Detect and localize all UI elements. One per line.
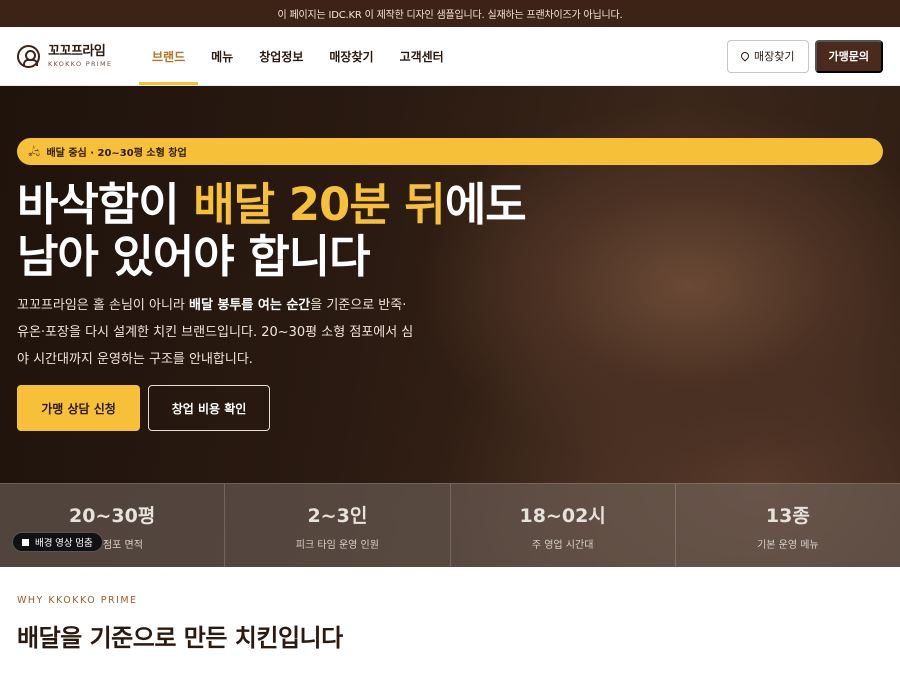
hero-headline: 바삭함이 배달 20분 뒤에도 남아 있어야 합니다	[17, 178, 527, 283]
headline-highlight: 배달 20분 뒤	[193, 178, 446, 231]
stat-value: 20~30평	[68, 504, 156, 527]
brand-name: 꼬꼬프라임 KKOKKO PRIME	[48, 45, 112, 68]
startup-cost-button[interactable]: 창업 비용 확인	[148, 385, 270, 431]
nav-item-menu[interactable]: 메뉴	[198, 27, 246, 85]
desc-bold: 배달 봉투를 여는 순간	[189, 298, 311, 313]
headline-line2: 남아 있어야 합니다	[17, 230, 371, 283]
pause-video-button[interactable]: 배경 영상 멈춤	[12, 532, 103, 552]
person-circle-icon	[17, 44, 40, 68]
brand-logo[interactable]: 꼬꼬프라임 KKOKKO PRIME	[17, 44, 139, 68]
hero-tag-text: 배달 중심 · 20~30평 소형 창업	[46, 148, 187, 159]
nav-item-store-finder[interactable]: 매장찾기	[316, 27, 386, 85]
stats-bar: 20~30평 기준 점포 면적 2~3인 피크 타임 운영 인원 18~02시 …	[0, 483, 900, 567]
headline-part-b: 에도	[444, 178, 527, 231]
notice-bar: 이 페이지는 IDC.KR 이 제작한 디자인 샘플입니다. 실재하는 프랜차이…	[0, 0, 900, 27]
stop-icon	[22, 538, 29, 546]
why-section: WHY KKOKKO PRIME 배달을 기준으로 만든 치킨입니다	[0, 595, 900, 653]
find-store-button[interactable]: 매장찾기	[727, 39, 809, 73]
site-header: 꼬꼬프라임 KKOKKO PRIME 브랜드 메뉴 창업정보 매장찾기 고객센터…	[0, 27, 900, 86]
why-kicker: WHY KKOKKO PRIME	[17, 595, 138, 606]
why-title: 배달을 기준으로 만든 치킨입니다	[17, 624, 343, 652]
find-store-label: 매장찾기	[754, 51, 795, 63]
nav-item-brand[interactable]: 브랜드	[139, 27, 199, 85]
header-actions: 매장찾기 가맹문의	[727, 39, 883, 73]
hero-section: 🛵 배달 중심 · 20~30평 소형 창업 바삭함이 배달 20분 뒤에도 남…	[0, 86, 900, 567]
stat-value: 18~02시	[519, 504, 606, 527]
main-nav: 브랜드 메뉴 창업정보 매장찾기 고객센터	[139, 27, 457, 85]
stat-item: 2~3인 피크 타임 운영 인원	[225, 484, 451, 567]
stat-label: 기본 운영 메뉴	[757, 539, 819, 551]
headline-part-a: 바삭함이	[17, 178, 194, 231]
nav-item-startup-info[interactable]: 창업정보	[246, 27, 316, 85]
stat-item: 20~30평 기준 점포 면적	[0, 484, 226, 567]
desc-part-1: 꼬꼬프라임은 홀 손님이 아니라	[17, 298, 190, 313]
franchise-inquiry-button[interactable]: 가맹문의	[814, 39, 883, 73]
stat-item: 13종 기본 운영 메뉴	[676, 484, 900, 567]
hero-description: 꼬꼬프라임은 홀 손님이 아니라 배달 봉투를 여는 순간을 기준으로 반죽·유…	[17, 292, 417, 373]
pause-video-label: 배경 영상 멈춤	[35, 538, 93, 549]
stat-label: 주 영업 시간대	[531, 539, 594, 551]
notice-text: 이 페이지는 IDC.KR 이 제작한 디자인 샘플입니다. 실재하는 프랜차이…	[277, 10, 623, 21]
stat-value: 13종	[765, 504, 810, 527]
nav-item-customer-center[interactable]: 고객센터	[387, 27, 457, 85]
scooter-icon: 🛵	[28, 146, 41, 157]
stat-item: 18~02시 주 영업 시간대	[451, 484, 676, 567]
stat-value: 2~3인	[307, 504, 368, 527]
brand-name-ko: 꼬꼬프라임	[48, 43, 106, 59]
franchise-consult-button[interactable]: 가맹 상담 신청	[17, 385, 140, 431]
hero-tag: 🛵 배달 중심 · 20~30평 소형 창업	[17, 138, 883, 165]
brand-name-en: KKOKKO PRIME	[48, 59, 113, 68]
stat-label: 피크 타임 운영 인원	[295, 539, 379, 551]
map-pin-icon	[739, 50, 751, 62]
